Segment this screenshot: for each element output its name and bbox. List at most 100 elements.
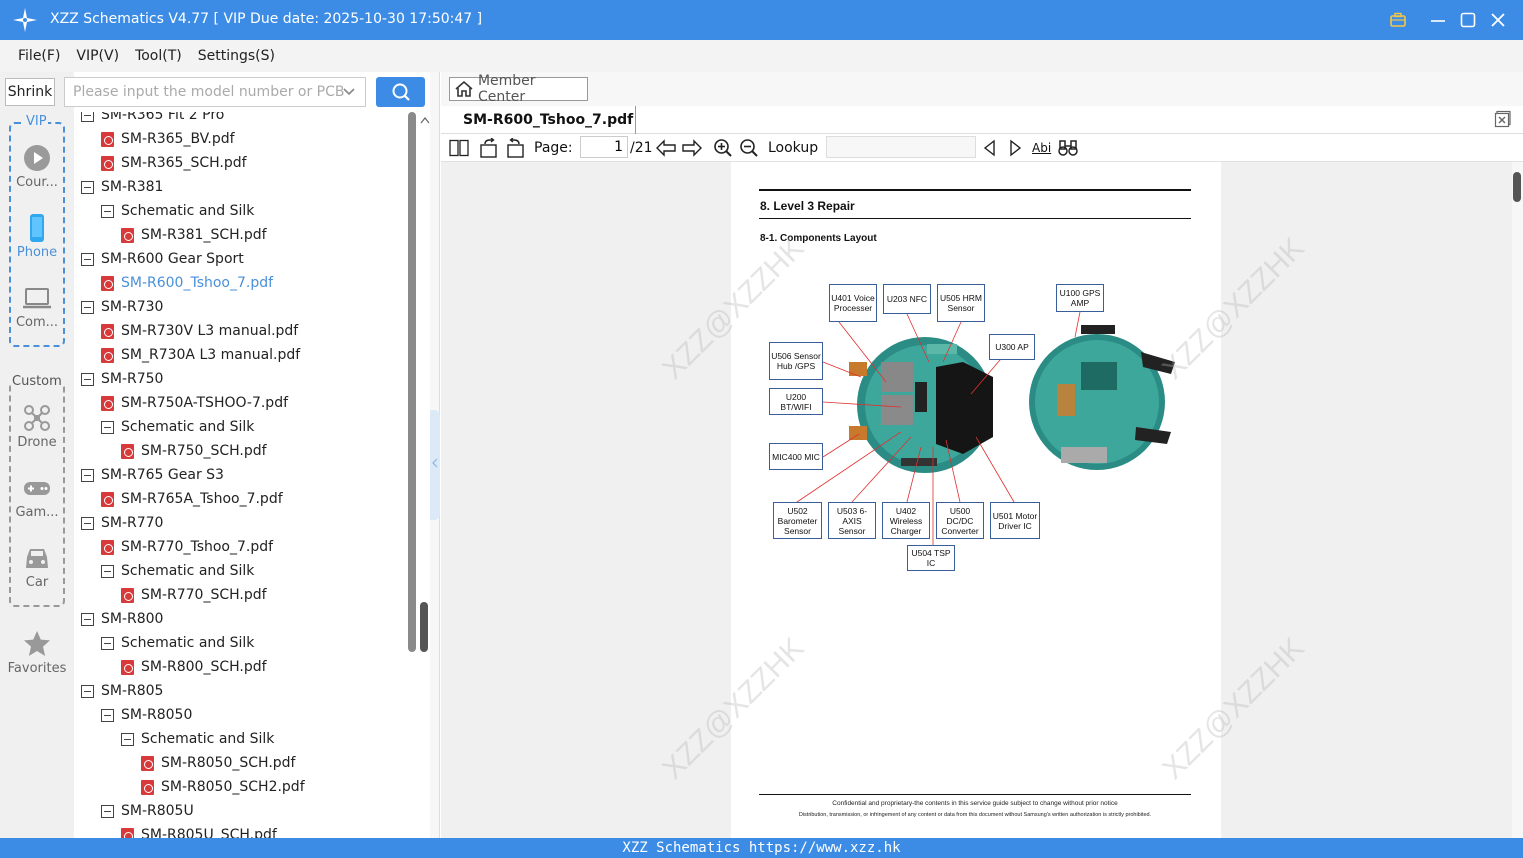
tree-scrollbar-handle[interactable] <box>420 602 428 652</box>
tree-folder-item[interactable]: Schematic and Silk <box>101 199 254 223</box>
nav-phone-label: Phone <box>16 245 58 260</box>
tree-folder-item[interactable]: SM-R8050 <box>101 703 192 727</box>
menu-settings[interactable]: Settings(S) <box>198 48 275 64</box>
close-button[interactable] <box>1486 8 1510 32</box>
tree-item-label: SM-R770_Tshoo_7.pdf <box>121 539 274 555</box>
tree-file-item[interactable]: SM-R770_Tshoo_7.pdf <box>101 535 273 559</box>
tree-file-item[interactable]: SM-R365_SCH.pdf <box>101 151 247 175</box>
collapse-toggle-icon[interactable] <box>81 300 94 314</box>
tree-file-item[interactable]: SM-R365_BV.pdf <box>101 127 235 151</box>
tree-scrollbar-thumb[interactable] <box>408 112 416 652</box>
nav-computer[interactable]: Com... <box>0 284 74 330</box>
collapse-toggle-icon[interactable] <box>81 372 94 386</box>
tree-folder-item[interactable]: SM-R750 <box>81 367 163 391</box>
briefcase-icon[interactable] <box>1386 8 1410 32</box>
tree-item-label: SM-R805U_SCH.pdf <box>141 827 277 838</box>
tree-folder-item[interactable]: SM-R805 <box>81 679 163 703</box>
tree-file-item[interactable]: SM-R765A_Tshoo_7.pdf <box>101 487 283 511</box>
tree-file-item[interactable]: SM-R381_SCH.pdf <box>121 223 267 247</box>
pdf-file-icon <box>101 347 114 363</box>
nav-favorites[interactable]: Favorites <box>0 630 74 676</box>
menu-tool[interactable]: Tool(T) <box>135 48 182 64</box>
tree-file-item[interactable]: SM-R8050_SCH.pdf <box>141 751 295 775</box>
tree-folder-item[interactable]: SM-R365 Fit 2 Pro <box>81 112 224 127</box>
search-button[interactable] <box>376 77 425 107</box>
search-input[interactable]: Please input the model number or PCB <box>64 77 366 107</box>
tree-file-item[interactable]: SM-R800_SCH.pdf <box>121 655 267 679</box>
pdf-file-icon <box>141 755 154 771</box>
find-next-button[interactable] <box>1007 137 1023 159</box>
shrink-button[interactable]: Shrink <box>5 78 55 106</box>
tree-folder-item[interactable]: SM-R800 <box>81 607 163 631</box>
tree-file-item[interactable]: SM-R770_SCH.pdf <box>121 583 267 607</box>
pdf-canvas[interactable]: 8. Level 3 Repair 8-1. Components Layout <box>441 162 1512 838</box>
find-previous-button[interactable] <box>982 137 998 159</box>
tree-file-item[interactable]: SM-R8050_SCH2.pdf <box>141 775 305 799</box>
tree-folder-item[interactable]: SM-R805U <box>101 799 194 823</box>
collapse-toggle-icon[interactable] <box>121 732 134 746</box>
tree-folder-item[interactable]: SM-R600 Gear Sport <box>81 247 244 271</box>
tree-folder-item[interactable]: Schematic and Silk <box>121 727 274 751</box>
collapse-toggle-icon[interactable] <box>101 564 114 578</box>
previous-page-button[interactable] <box>655 137 677 159</box>
rotate-left-button[interactable] <box>479 137 499 159</box>
collapse-toggle-icon[interactable] <box>101 204 114 218</box>
collapse-toggle-icon[interactable] <box>101 708 114 722</box>
scroll-up-icon[interactable] <box>420 116 430 124</box>
document-tab[interactable]: SM-R600_Tshoo_7.pdf <box>450 106 636 134</box>
maximize-button[interactable] <box>1456 8 1480 32</box>
tree-folder-item[interactable]: Schematic and Silk <box>101 559 254 583</box>
collapse-tab[interactable] <box>430 410 440 520</box>
tree-folder-item[interactable]: SM-R770 <box>81 511 163 535</box>
rotate-right-icon <box>507 138 524 158</box>
chevron-down-icon[interactable] <box>341 84 357 100</box>
tree-folder-item[interactable]: SM-R381 <box>81 175 163 199</box>
tree-file-item[interactable]: SM-R805U_SCH.pdf <box>121 823 277 838</box>
menu-vip[interactable]: VIP(V) <box>76 48 119 64</box>
menu-file[interactable]: File(F) <box>18 48 60 64</box>
tree-folder-item[interactable]: SM-R730 <box>81 295 163 319</box>
member-center-button[interactable]: Member Center <box>449 73 588 105</box>
tree-file-item[interactable]: SM-R730V L3 manual.pdf <box>101 319 298 343</box>
tree-file-item[interactable]: SM_R730A L3 manual.pdf <box>101 343 300 367</box>
tree-folder-item[interactable]: Schematic and Silk <box>101 631 254 655</box>
nav-drone[interactable]: Drone <box>0 404 74 450</box>
binoculars-button[interactable] <box>1058 137 1078 159</box>
rotate-right-button[interactable] <box>505 137 525 159</box>
collapse-toggle-icon[interactable] <box>81 112 94 122</box>
panel-splitter[interactable] <box>430 72 440 838</box>
tree-folder-item[interactable]: SM-R765 Gear S3 <box>81 463 224 487</box>
nav-games[interactable]: Gam... <box>0 474 74 520</box>
collapse-toggle-icon[interactable] <box>101 420 114 434</box>
page-number-input[interactable]: 1 <box>580 136 628 158</box>
next-page-button[interactable] <box>681 137 703 159</box>
collapse-toggle-icon[interactable] <box>81 612 94 626</box>
close-tabs-icon[interactable] <box>1494 110 1512 128</box>
collapse-toggle-icon[interactable] <box>81 684 94 698</box>
nav-courses[interactable]: Cour... <box>0 144 74 190</box>
collapse-toggle-icon[interactable] <box>81 468 94 482</box>
tree-file-item[interactable]: SM-R750A-TSHOO-7.pdf <box>101 391 288 415</box>
collapse-toggle-icon[interactable] <box>81 180 94 194</box>
minimize-button[interactable] <box>1426 8 1450 32</box>
zoom-in-button[interactable] <box>713 137 733 159</box>
collapse-toggle-icon[interactable] <box>101 636 114 650</box>
tree-file-item[interactable]: SM-R750_SCH.pdf <box>121 439 267 463</box>
collapse-toggle-icon[interactable] <box>81 252 94 266</box>
pdf-scrollbar[interactable] <box>1512 162 1523 838</box>
match-case-toggle[interactable]: Abi <box>1032 137 1051 159</box>
tree-scrollbar[interactable] <box>408 112 430 838</box>
collapse-toggle-icon[interactable] <box>81 516 94 530</box>
label-u203: U203 NFC <box>883 284 931 314</box>
collapse-toggle-icon[interactable] <box>101 804 114 818</box>
zoom-out-button[interactable] <box>739 137 759 159</box>
nav-phone[interactable]: Phone <box>0 214 74 260</box>
nav-car[interactable]: Car <box>0 544 74 590</box>
thumbnails-toggle[interactable] <box>449 137 469 159</box>
app-window: XZZ Schematics V4.77 [ VIP Due date: 202… <box>0 0 1523 858</box>
tree-file-item[interactable]: SM-R600_Tshoo_7.pdf <box>101 271 273 295</box>
tree-item-label: Schematic and Silk <box>121 203 255 219</box>
pdf-scrollbar-thumb[interactable] <box>1513 172 1521 202</box>
tree-folder-item[interactable]: Schematic and Silk <box>101 415 254 439</box>
lookup-input[interactable] <box>826 136 976 158</box>
